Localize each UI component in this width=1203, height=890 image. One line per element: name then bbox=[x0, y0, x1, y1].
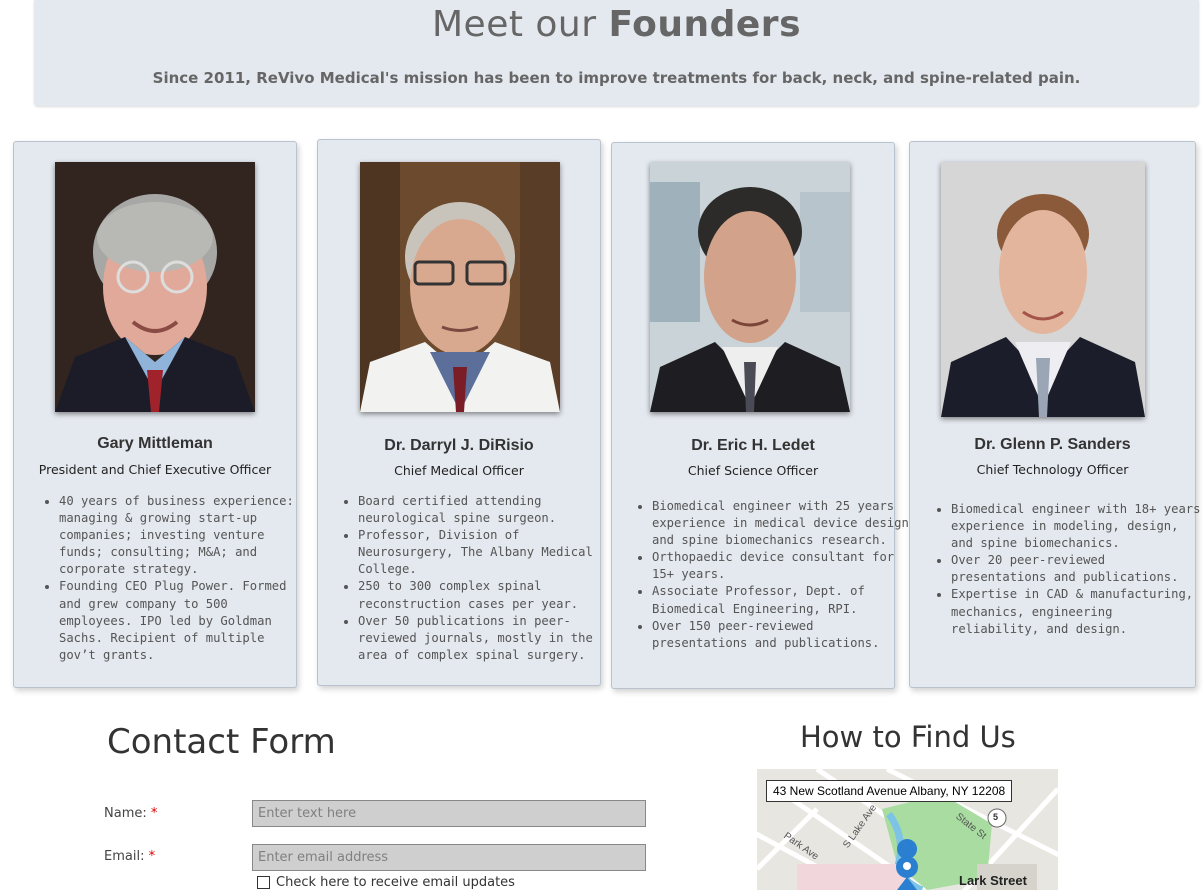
bullet-item: Board certified attending neurological s… bbox=[358, 493, 614, 527]
founder-role: Chief Science Officer bbox=[687, 463, 819, 478]
bullet-item: Professor, Division of Neurosurgery, The… bbox=[358, 527, 614, 578]
page-title: Meet our Founders bbox=[431, 4, 801, 45]
email-input[interactable] bbox=[252, 844, 646, 871]
founder-role: President and Chief Executive Officer bbox=[38, 462, 272, 477]
bullet-item: 250 to 300 complex spinal reconstruction… bbox=[358, 578, 614, 612]
email-updates-checkbox[interactable] bbox=[257, 876, 270, 889]
bullet-item: Biomedical engineer with 18+ years exper… bbox=[951, 501, 1203, 552]
founder-photo bbox=[941, 162, 1145, 417]
map-street-label: Lark Street bbox=[959, 873, 1027, 888]
bullet-item: Associate Professor, Dept. of Biomedical… bbox=[652, 583, 910, 617]
email-updates-label: Check here to receive email updates bbox=[276, 875, 515, 890]
founder-name: Gary Mittleman bbox=[97, 435, 213, 452]
bullet-item: Biomedical engineer with 25 years experi… bbox=[652, 498, 910, 549]
map-address-label: 43 New Scotland Avenue Albany, NY 12208 bbox=[766, 780, 1013, 802]
bullet-item: 40 years of business experience: managin… bbox=[59, 493, 304, 578]
bullet-item: Orthopaedic device consultant for 15+ ye… bbox=[652, 549, 910, 583]
founder-card-dirisio: Dr. Darryl J. DiRisio Chief Medical Offi… bbox=[317, 139, 601, 686]
bullet-item: Founding CEO Plug Power. Formed and grew… bbox=[59, 578, 304, 663]
email-label: Email: * bbox=[104, 849, 156, 864]
founder-name: Dr. Darryl J. DiRisio bbox=[384, 437, 534, 454]
founder-card-sanders: Dr. Glenn P. Sanders Chief Technology Of… bbox=[909, 141, 1200, 688]
contact-form-title: Contact Form bbox=[107, 722, 336, 762]
founders-banner: Meet our Founders Since 2011, ReVivo Med… bbox=[34, 0, 1199, 106]
how-to-find-us-title: How to Find Us bbox=[800, 720, 1016, 754]
founder-bullets: 40 years of business experience: managin… bbox=[45, 493, 304, 664]
founder-photo bbox=[55, 162, 255, 412]
founder-role: Chief Technology Officer bbox=[976, 462, 1129, 477]
founder-bullets: Biomedical engineer with 18+ years exper… bbox=[937, 501, 1203, 638]
founder-name: Dr. Eric H. Ledet bbox=[691, 437, 815, 454]
route-badge: 5 bbox=[993, 812, 999, 822]
founder-bullets: Biomedical engineer with 25 years experi… bbox=[638, 498, 910, 652]
name-label: Name: * bbox=[104, 806, 158, 821]
required-marker: * bbox=[150, 806, 158, 821]
bullet-item: Over 20 peer-reviewed presentations and … bbox=[951, 552, 1203, 586]
founder-photo bbox=[360, 162, 560, 412]
founder-photo bbox=[650, 162, 850, 412]
name-input[interactable] bbox=[252, 800, 646, 827]
founder-card-mittleman: Gary Mittleman President and Chief Execu… bbox=[13, 141, 297, 688]
required-marker: * bbox=[148, 849, 156, 864]
bullet-item: Over 150 peer-reviewed presentations and… bbox=[652, 618, 910, 652]
mission-subtitle: Since 2011, ReVivo Medical's mission has… bbox=[152, 69, 1081, 87]
bullet-item: Expertise in CAD & manufacturing, mechan… bbox=[951, 586, 1203, 637]
founder-card-ledet: Dr. Eric H. Ledet Chief Science Officer … bbox=[611, 142, 909, 689]
bullet-item: Over 50 publications in peer-reviewed jo… bbox=[358, 613, 614, 664]
location-map[interactable]: 43 New Scotland Avenue Albany, NY 12208 … bbox=[757, 769, 1058, 890]
founder-name: Dr. Glenn P. Sanders bbox=[974, 436, 1131, 453]
founder-bullets: Board certified attending neurological s… bbox=[344, 493, 614, 664]
founder-role: Chief Medical Officer bbox=[394, 463, 524, 478]
